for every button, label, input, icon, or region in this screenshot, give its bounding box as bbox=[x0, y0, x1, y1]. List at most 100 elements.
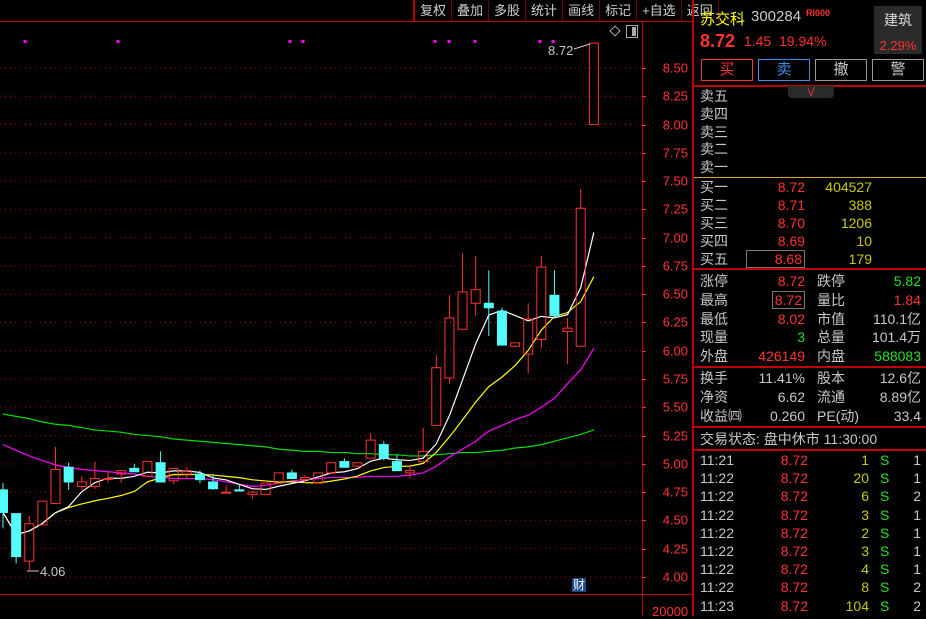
toolbar-button[interactable]: 多股 bbox=[489, 0, 527, 22]
stat-row: 涨停 8.72 跌停 5.82 bbox=[700, 273, 921, 289]
bid-row[interactable]: 买三 8.70 1206 bbox=[694, 214, 926, 232]
bid-volume: 1206 bbox=[840, 215, 872, 231]
panel-toggle-icon[interactable] bbox=[626, 25, 638, 38]
price-change: 1.45 bbox=[744, 33, 772, 49]
ask-row[interactable]: 卖四 bbox=[694, 105, 926, 123]
axis-tick bbox=[642, 322, 646, 324]
candle-up bbox=[405, 470, 416, 474]
price-change-pct: 19.94% bbox=[779, 33, 827, 49]
buy-button[interactable]: 买 bbox=[701, 59, 753, 81]
candle-up bbox=[588, 42, 599, 126]
axis-tick bbox=[642, 548, 646, 550]
bid-price: 8.68 bbox=[745, 250, 805, 268]
kline-chart[interactable] bbox=[0, 22, 642, 594]
divider bbox=[642, 22, 643, 616]
toolbar-button[interactable]: 叠加 bbox=[452, 0, 490, 22]
stat-row: 外盘 426149 内盘 588083 bbox=[700, 348, 921, 365]
cancel-order-button[interactable]: 撤 bbox=[815, 59, 867, 81]
stat-row: 净资 6.62 流通 8.89亿 bbox=[700, 388, 921, 405]
quote-panel: 苏交科 300284 RI000 建筑 2.29% 8.72 1.45 19.9… bbox=[694, 0, 926, 616]
stat-row: 换手 11.41% 股本 12.6亿 bbox=[700, 370, 921, 386]
candle-up bbox=[326, 462, 337, 474]
candle-up bbox=[510, 342, 521, 347]
axis-tick bbox=[642, 435, 646, 437]
axis-tick bbox=[642, 209, 646, 211]
trade-row: 11:22 8.72 6 S 2 bbox=[700, 488, 921, 505]
candle-up bbox=[352, 462, 363, 467]
candle-down bbox=[234, 489, 245, 492]
low-price-label: 4.06 bbox=[40, 564, 66, 579]
bid-price: 8.72 bbox=[777, 179, 805, 195]
bid-volume: 388 bbox=[848, 197, 872, 213]
trading-status: 交易状态: 盘中休市 11:30:00 bbox=[700, 431, 878, 447]
industry-box[interactable]: 建筑 2.29% bbox=[874, 6, 922, 54]
price-tick-label: 8.00 bbox=[662, 117, 688, 133]
axis-tick bbox=[642, 124, 646, 126]
price-tick-label: 4.75 bbox=[662, 484, 688, 500]
stat-row: 最高 8.72 量比 1.84 bbox=[700, 290, 921, 309]
trade-row: 11:23 8.72 104 S 2 bbox=[700, 597, 921, 614]
axis-tick bbox=[642, 265, 646, 267]
ma5-line bbox=[2, 232, 595, 536]
industry-name: 建筑 bbox=[884, 12, 912, 28]
price-tick-label: 4.50 bbox=[662, 512, 688, 528]
trade-row: 11:22 8.72 4 S 1 bbox=[700, 561, 921, 578]
sell-button[interactable]: 卖 bbox=[758, 59, 810, 81]
industry-change: 2.29% bbox=[879, 38, 917, 53]
axis-tick bbox=[642, 379, 646, 381]
volume-axis-label: 20000 bbox=[652, 604, 689, 619]
toolbar-button[interactable]: 画线 bbox=[563, 0, 601, 22]
bid-volume: 10 bbox=[856, 233, 872, 249]
ask-row[interactable]: 卖三 bbox=[694, 123, 926, 141]
bid-price: 8.70 bbox=[777, 215, 805, 231]
trade-row: 11:22 8.72 3 S 1 bbox=[700, 543, 921, 559]
axis-tick bbox=[642, 237, 646, 239]
alert-button[interactable]: 警 bbox=[872, 59, 924, 81]
bid-price: 8.71 bbox=[777, 197, 805, 213]
toolbar-button[interactable]: +自选 bbox=[637, 0, 682, 22]
price-tick-label: 6.75 bbox=[662, 258, 688, 274]
price-tick-label: 8.50 bbox=[662, 60, 688, 76]
toolbar-button[interactable]: 复权 bbox=[415, 0, 453, 22]
candle-up bbox=[431, 367, 442, 426]
toolbar-button[interactable]: 统计 bbox=[526, 0, 564, 22]
candle-down bbox=[483, 302, 494, 309]
trade-row: 11:22 8.72 2 S 1 bbox=[700, 524, 921, 541]
candle-up bbox=[562, 327, 573, 333]
candle-down bbox=[378, 444, 389, 459]
candle-down bbox=[155, 462, 166, 483]
stat-row: 最低 8.02 市值 110.1亿 bbox=[700, 310, 921, 327]
candle-up bbox=[536, 266, 547, 340]
candle-up bbox=[457, 291, 468, 330]
signal-marker bbox=[473, 40, 477, 43]
price-tick-label: 6.25 bbox=[662, 314, 688, 330]
signal-marker bbox=[301, 40, 305, 43]
candle-up bbox=[444, 317, 455, 379]
ask-row[interactable]: 卖一 bbox=[694, 158, 926, 176]
price-tick-label: 6.00 bbox=[662, 343, 688, 359]
bid-row[interactable]: 买四 8.69 10 bbox=[694, 232, 926, 250]
signal-marker bbox=[538, 40, 542, 43]
toolbar-button[interactable]: 标记 bbox=[600, 0, 638, 22]
high-arrow bbox=[573, 43, 591, 50]
bid-row[interactable]: 买一 8.72 404527 bbox=[694, 178, 926, 196]
axis-tick bbox=[642, 294, 646, 296]
trade-row: 11:22 8.72 3 S 1 bbox=[700, 506, 921, 523]
divider bbox=[0, 594, 693, 595]
trade-row: 11:22 8.72 20 S 1 bbox=[700, 470, 921, 487]
ask-row[interactable]: 卖五 bbox=[694, 87, 926, 105]
bid-price: 8.69 bbox=[777, 233, 805, 249]
axis-tick bbox=[642, 463, 646, 465]
axis-tick bbox=[642, 68, 646, 69]
candle-up bbox=[575, 207, 586, 347]
candle-down bbox=[208, 481, 219, 490]
ask-row[interactable]: 卖二 bbox=[694, 140, 926, 158]
bid-row[interactable]: 买二 8.71 388 bbox=[694, 196, 926, 214]
last-price: 8.72 bbox=[700, 31, 736, 51]
trade-row: 11:22 8.72 8 S 2 bbox=[700, 579, 921, 596]
price-tick-label: 7.00 bbox=[662, 230, 688, 246]
candle-up bbox=[299, 476, 310, 481]
bid-row[interactable]: 买五 8.68 179 bbox=[694, 250, 926, 268]
event-marker-cai[interactable]: 财 bbox=[572, 578, 587, 592]
divider bbox=[694, 426, 926, 428]
